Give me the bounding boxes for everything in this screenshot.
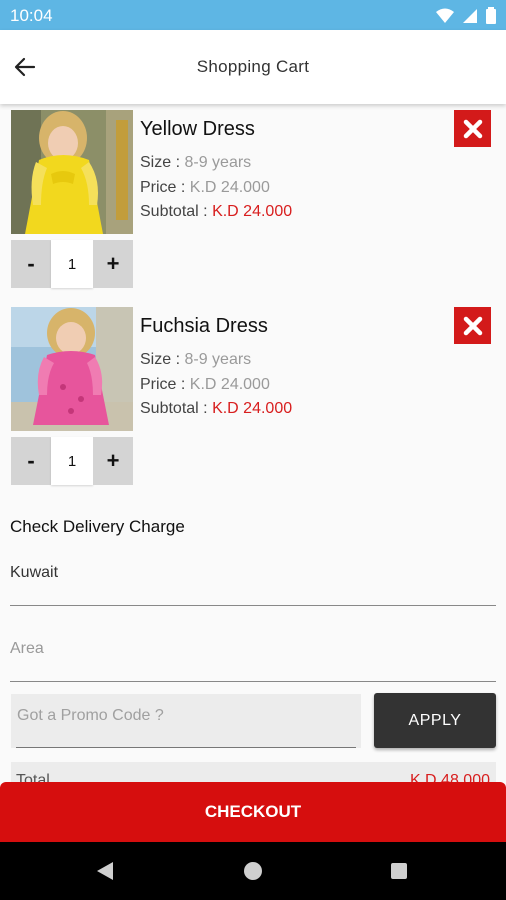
size-row: Size : 8-9 years: [140, 351, 251, 369]
increase-quantity-button[interactable]: +: [93, 240, 133, 288]
subtotal-value: K.D 24.000: [212, 400, 293, 417]
quantity-value[interactable]: 1: [51, 240, 93, 288]
price-value: K.D 24.000: [189, 376, 270, 393]
status-time: 10:04: [10, 6, 53, 25]
signal-icon: [463, 8, 477, 23]
subtotal-value: K.D 24.000: [212, 203, 293, 220]
nav-back-button[interactable]: [93, 859, 117, 883]
country-select[interactable]: Kuwait: [10, 554, 496, 606]
circle-home-icon: [244, 862, 262, 880]
status-bar: 10:04: [0, 0, 506, 30]
yellow-dress-photo: [11, 110, 133, 234]
size-label: Size :: [140, 351, 181, 368]
increase-quantity-button[interactable]: +: [93, 437, 133, 485]
quantity-stepper: - 1 +: [11, 240, 133, 288]
battery-icon: [486, 7, 496, 24]
size-row: Size : 8-9 years: [140, 154, 251, 172]
close-icon: [463, 316, 482, 335]
checkout-button[interactable]: CHECKOUT: [0, 782, 506, 842]
page-title: Shopping Cart: [196, 57, 310, 76]
product-name[interactable]: Yellow Dress: [140, 118, 255, 141]
subtotal-label: Subtotal :: [140, 203, 208, 220]
remove-item-button[interactable]: [454, 110, 491, 147]
apply-promo-button[interactable]: APPLY: [374, 693, 496, 748]
country-value: Kuwait: [10, 564, 59, 581]
area-select[interactable]: Area: [10, 632, 496, 682]
product-name[interactable]: Fuchsia Dress: [140, 315, 268, 338]
price-label: Price :: [140, 376, 186, 393]
nav-home-button[interactable]: [241, 859, 265, 883]
size-label: Size :: [140, 154, 181, 171]
product-image[interactable]: [11, 307, 133, 431]
cart-content[interactable]: Yellow Dress Size : 8-9 years Price : K.…: [0, 104, 506, 782]
promo-code-field[interactable]: Got a Promo Code ?: [11, 694, 361, 748]
square-recents-icon: [391, 863, 407, 879]
wifi-icon: [436, 8, 454, 23]
close-icon: [463, 119, 482, 138]
price-row: Price : K.D 24.000: [140, 376, 270, 394]
app-bar: Shopping Cart: [0, 30, 506, 104]
size-value: 8-9 years: [184, 154, 252, 171]
promo-underline: [16, 747, 356, 748]
quantity-value[interactable]: 1: [51, 437, 93, 485]
fuchsia-dress-photo: [11, 307, 133, 431]
decrease-quantity-button[interactable]: -: [11, 437, 51, 485]
price-label: Price :: [140, 179, 186, 196]
price-value: K.D 24.000: [189, 179, 270, 196]
remove-item-button[interactable]: [454, 307, 491, 344]
product-image[interactable]: [11, 110, 133, 234]
subtotal-row: Subtotal : K.D 24.000: [140, 203, 292, 221]
decrease-quantity-button[interactable]: -: [11, 240, 51, 288]
subtotal-row: Subtotal : K.D 24.000: [140, 400, 292, 418]
cart-item: Fuchsia Dress Size : 8-9 years Price : K…: [0, 301, 506, 491]
promo-code-input[interactable]: Got a Promo Code ?: [17, 707, 164, 725]
delivery-section-title: Check Delivery Charge: [10, 517, 185, 536]
system-nav-bar: [0, 842, 506, 900]
area-placeholder: Area: [10, 640, 44, 657]
size-value: 8-9 years: [184, 351, 252, 368]
total-value: K.D 48.000: [409, 772, 490, 782]
subtotal-label: Subtotal :: [140, 400, 208, 417]
total-row: Total K.D 48.000: [11, 762, 496, 782]
quantity-stepper: - 1 +: [11, 437, 133, 485]
cart-item: Yellow Dress Size : 8-9 years Price : K.…: [0, 104, 506, 294]
price-row: Price : K.D 24.000: [140, 179, 270, 197]
total-label: Total: [16, 772, 50, 782]
nav-recents-button[interactable]: [387, 859, 411, 883]
triangle-back-icon: [97, 862, 113, 880]
status-icons: [436, 7, 496, 24]
